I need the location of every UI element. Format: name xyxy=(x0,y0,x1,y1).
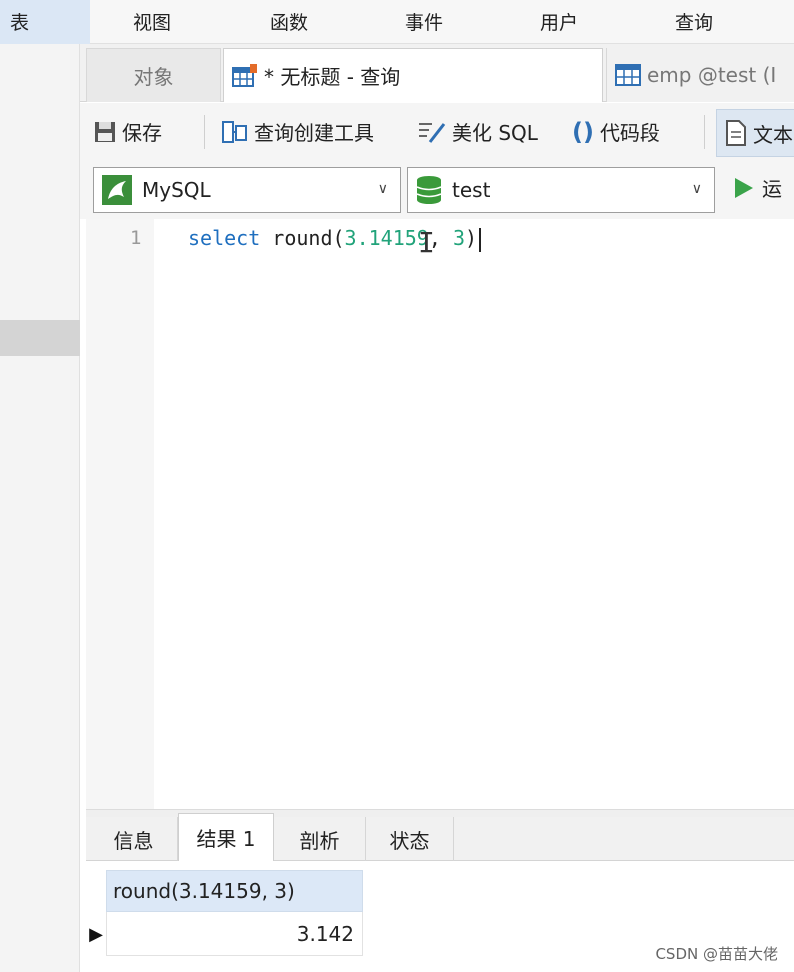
tab-profile[interactable]: 剖析 xyxy=(274,817,366,861)
run-button[interactable]: 运 xyxy=(734,173,782,202)
menu-bar: 表 视图 函数 事件 用户 查询 xyxy=(0,0,794,44)
run-label: 运 xyxy=(762,177,782,201)
table-cell[interactable]: 3.142 xyxy=(106,912,363,956)
sql-function: round( xyxy=(260,226,345,250)
editor-gutter xyxy=(86,219,154,809)
mysql-icon xyxy=(102,175,132,205)
save-icon xyxy=(95,121,115,142)
menu-item-query[interactable]: 查询 xyxy=(675,8,713,35)
menu-item-event[interactable]: 事件 xyxy=(405,8,443,35)
sql-close-paren: ) xyxy=(464,226,478,250)
selector-row: MySQL ∨ test ∨ 运 xyxy=(80,163,794,219)
sql-number-arg: 3 xyxy=(452,226,465,250)
sidebar xyxy=(0,44,80,972)
query-builder-icon xyxy=(222,120,247,143)
text-mode-label: 文本 xyxy=(753,122,793,147)
sql-keyword: select xyxy=(188,226,261,250)
toolbar-divider xyxy=(204,115,205,149)
query-table-icon xyxy=(232,63,257,87)
watermark: CSDN @苗苗大佬 xyxy=(655,945,778,963)
text-caret xyxy=(479,227,482,252)
code-snippet-button[interactable]: () 代码段 xyxy=(572,117,660,146)
sql-number-arg: 3.14159 xyxy=(344,226,429,250)
tab-info[interactable]: 信息 xyxy=(90,817,178,861)
tab-untitled-query-label: * 无标题 - 查询 xyxy=(264,65,401,89)
tab-result-1[interactable]: 结果 1 xyxy=(178,813,274,861)
beautify-sql-button[interactable]: 美化 SQL xyxy=(418,117,538,146)
menu-item-view[interactable]: 视图 xyxy=(133,8,171,35)
document-icon xyxy=(726,120,746,146)
text-mode-button[interactable]: 文本 xyxy=(716,109,794,157)
chevron-down-icon: ∨ xyxy=(377,181,388,197)
query-builder-button[interactable]: 查询创建工具 xyxy=(222,117,374,146)
table-icon xyxy=(615,64,641,86)
tab-bar: 对象 * 无标题 - 查询 emp @test (I xyxy=(80,44,794,102)
brackets-icon: () xyxy=(572,117,594,146)
ibeam-cursor-icon: I xyxy=(418,226,435,259)
tab-emp-table[interactable]: emp @test (I xyxy=(606,48,794,102)
line-number: 1 xyxy=(130,227,142,249)
tab-objects[interactable]: 对象 xyxy=(86,48,221,102)
beautify-icon xyxy=(419,122,446,143)
tab-untitled-query[interactable]: * 无标题 - 查询 xyxy=(223,48,603,102)
save-label: 保存 xyxy=(122,121,162,145)
toolbar: 保存 查询创建工具 美化 SQL () 代码段 文本 xyxy=(80,103,794,163)
menu-item-table[interactable]: 表 xyxy=(0,0,90,44)
connection-value: MySQL xyxy=(142,178,211,202)
query-builder-label: 查询创建工具 xyxy=(254,121,374,145)
sql-code-line[interactable]: select round(3.14159, 3) xyxy=(188,226,482,252)
tab-emp-label: emp @test (I xyxy=(647,63,777,87)
toolbar-divider xyxy=(704,115,705,149)
chevron-down-icon: ∨ xyxy=(691,181,702,197)
row-pointer-icon: ▶ xyxy=(89,923,103,945)
save-button[interactable]: 保存 xyxy=(94,117,162,146)
column-header[interactable]: round(3.14159, 3) xyxy=(106,870,363,912)
menu-item-user[interactable]: 用户 xyxy=(540,8,578,35)
menu-item-function[interactable]: 函数 xyxy=(270,8,308,35)
beautify-label: 美化 SQL xyxy=(452,121,538,145)
database-icon xyxy=(416,176,442,204)
code-snippet-label: 代码段 xyxy=(599,121,660,145)
database-value: test xyxy=(452,178,491,202)
tab-status[interactable]: 状态 xyxy=(366,817,454,861)
play-icon xyxy=(735,177,753,198)
database-select[interactable]: test ∨ xyxy=(407,167,715,213)
connection-select[interactable]: MySQL ∨ xyxy=(93,167,401,213)
result-tabs: 信息 结果 1 剖析 状态 xyxy=(86,813,794,861)
sidebar-selected-item[interactable] xyxy=(0,320,80,356)
sql-editor[interactable] xyxy=(154,219,794,809)
